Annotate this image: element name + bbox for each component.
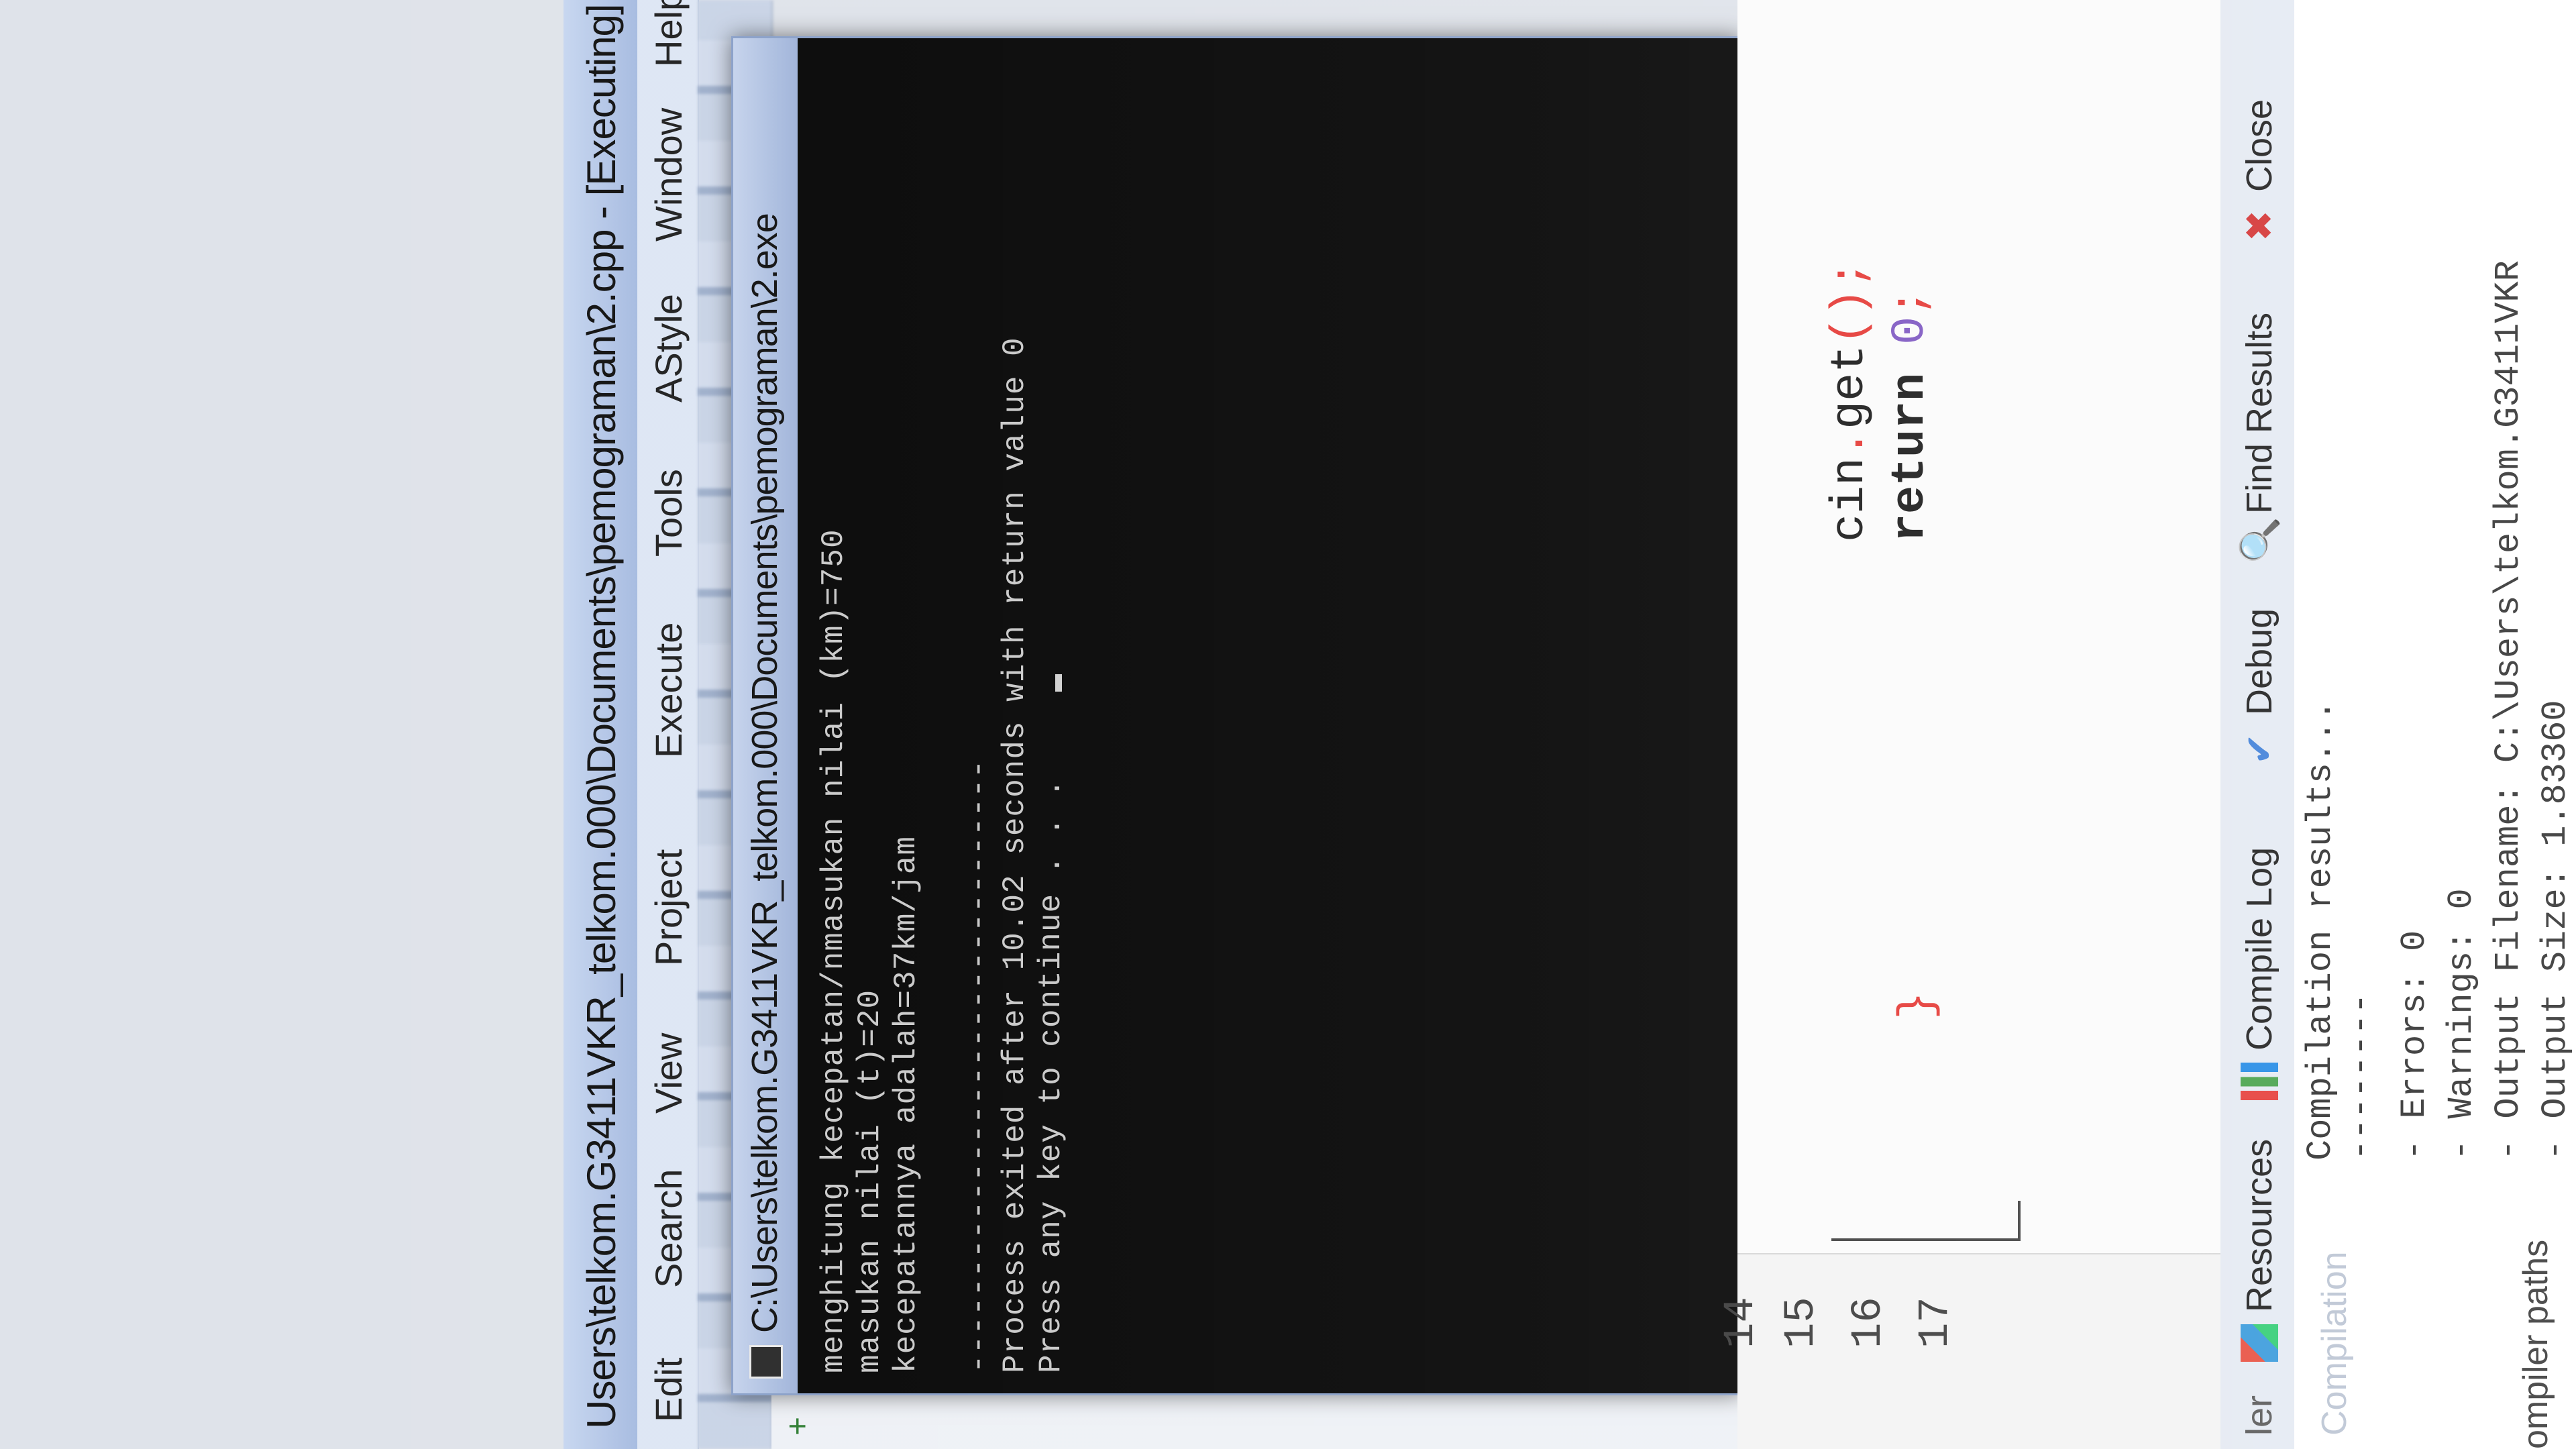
tab-find-results[interactable]: 🔍 Find Results: [2233, 313, 2286, 564]
output-line: - Warnings: 0: [2442, 888, 2481, 1161]
output-line: - Output Filename: C:\Users\telkom.G3411…: [2489, 260, 2528, 1161]
console-app-icon: [749, 1345, 783, 1379]
menu-astyle[interactable]: AStyle: [647, 294, 690, 402]
text-cursor: [1055, 674, 1062, 692]
console-title: C:\Users\telkom.G3411VKR_telkom.000\Docu…: [745, 213, 785, 1333]
menu-tools[interactable]: Tools: [647, 469, 690, 557]
console-line: Process exited after 10.02 seconds with …: [998, 337, 1032, 1373]
code-line-17[interactable]: }: [1892, 991, 1945, 1020]
line-number: 17: [1912, 1297, 1960, 1348]
output-line: --------: [2341, 993, 2381, 1161]
resources-icon: [2241, 1324, 2278, 1362]
menu-project[interactable]: Project: [647, 849, 690, 966]
line-number: 16: [1845, 1297, 1893, 1348]
output-line: Compilation results...: [2301, 700, 2341, 1161]
window-title: Users\telkom.G3411VKR_telkom.000\Documen…: [579, 0, 624, 1429]
tab-label: Close: [2239, 99, 2279, 192]
tab-debug[interactable]: ✔ Debug: [2233, 608, 2286, 765]
console-body[interactable]: menghitung kecepatan/nmasukan nilai (km)…: [798, 38, 1739, 1393]
screen: Users\telkom.G3411VKR_telkom.000\Documen…: [0, 0, 2576, 1449]
bottom-panel: ler Resources Compile Log ✔ Debug 🔍 Find…: [2220, 0, 2576, 1449]
fold-marker-end: [2018, 1201, 2021, 1241]
menu-view[interactable]: View: [647, 1033, 690, 1114]
title-bar: Users\telkom.G3411VKR_telkom.000\Documen…: [564, 0, 639, 1449]
fold-marker[interactable]: [1831, 1238, 2019, 1241]
menu-window[interactable]: Window: [647, 108, 690, 241]
console-title-bar: C:\Users\telkom.G3411VKR_telkom.000\Docu…: [733, 38, 798, 1393]
tab-label: Compile Log: [2239, 847, 2279, 1051]
tab-compiler-partial[interactable]: ler: [2233, 1395, 2286, 1436]
console-line: Press any key to continue . . .: [1034, 778, 1069, 1373]
magnifier-icon: 🔍: [2238, 517, 2280, 564]
menu-search[interactable]: Search: [647, 1169, 690, 1288]
close-icon: ✖: [2238, 210, 2280, 241]
tab-compile-log[interactable]: Compile Log: [2233, 847, 2286, 1100]
console-line: menghitung kecepatan/nmasukan nilai (km)…: [816, 529, 851, 1373]
expand-icon[interactable]: +: [780, 1409, 816, 1436]
console-line: masukan nilai (t)=20: [853, 989, 888, 1373]
code-number: 0: [1884, 316, 1937, 345]
tab-resources[interactable]: Resources: [2233, 1139, 2286, 1362]
line-gutter: 14 15 16 17: [1717, 1253, 2220, 1449]
tab-label: Find Results: [2239, 312, 2279, 514]
bar-chart-icon: [2241, 1063, 2278, 1100]
output-line: - Output Size: 1.83360: [2536, 700, 2575, 1161]
console-separator: --------------------------------: [961, 759, 996, 1373]
menu-help[interactable]: Help: [647, 0, 690, 67]
code-token: ;: [1884, 288, 1937, 317]
checkmark-icon: ✔: [2238, 733, 2280, 765]
compiler-paths-label[interactable]: ompiler paths: [2516, 1240, 2556, 1449]
compilation-label[interactable]: Compilation: [2314, 1251, 2355, 1436]
code-line-16[interactable]: return 0;: [1831, 288, 1990, 711]
line-number: 15: [1778, 1297, 1826, 1348]
tab-close[interactable]: ✖ Close: [2233, 99, 2286, 241]
console-window[interactable]: C:\Users\telkom.G3411VKR_telkom.000\Docu…: [731, 36, 1741, 1395]
compile-log-output[interactable]: Compilation results... -------- - Errors…: [2294, 0, 2576, 1449]
menu-edit[interactable]: Edit: [647, 1358, 690, 1423]
tab-label: Resources: [2239, 1138, 2279, 1312]
tab-label: Debug: [2239, 608, 2279, 715]
menu-execute[interactable]: Execute: [647, 623, 690, 758]
output-line: - Errors: 0: [2395, 930, 2434, 1161]
menu-bar: Edit Search View Project Execute Tools A…: [637, 0, 699, 1449]
line-number: 14: [1717, 1297, 1766, 1348]
console-line: kecepatannya adalah=37km/jam: [889, 836, 924, 1373]
panel-tabs: ler Resources Compile Log ✔ Debug 🔍 Find…: [2220, 0, 2296, 1449]
code-editor[interactable]: 14 15 16 17 cin.get(); return 0; }: [1717, 0, 2220, 1449]
code-keyword: return: [1884, 372, 1937, 542]
